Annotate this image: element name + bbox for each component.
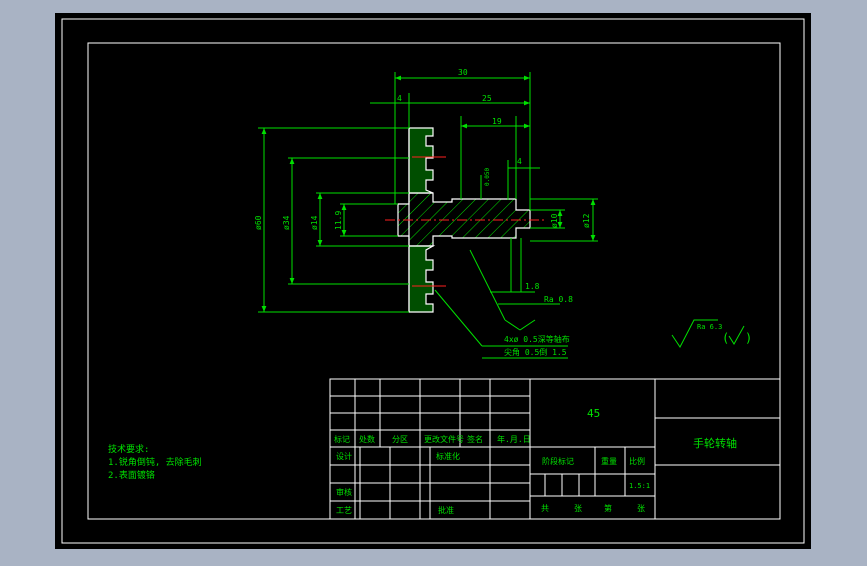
part-name: 手轮转轴 <box>693 436 737 450</box>
annotation-holes: 4xø 0.5深等轴布 <box>504 334 570 344</box>
dim-phi12: ø12 <box>582 213 591 228</box>
sheet-no-unit: 张 <box>637 504 645 513</box>
dim-phi14: ø14 <box>310 215 319 230</box>
dim-19: 19 <box>492 117 502 126</box>
row-label-mark: 标记 <box>334 434 350 444</box>
cad-drawing-window: 30 4 25 19 4 0.050 ø60 ø34 ø14 11.9 ø10 … <box>0 0 867 562</box>
dim-tolerance: 0.050 <box>484 168 491 186</box>
label-standardization: 标准化 <box>436 451 460 461</box>
dim-phi60: ø60 <box>254 215 263 230</box>
row-label-date: 年.月.日 <box>497 434 531 444</box>
roughness-paren-close: ) <box>745 331 752 345</box>
sheet-no-label: 第 <box>604 503 612 513</box>
label-approver: 批准 <box>438 505 454 515</box>
label-stage-mark: 阶段标记 <box>542 456 574 466</box>
row-label-zone: 分区 <box>392 435 408 444</box>
dim-25: 25 <box>482 94 492 103</box>
row-label-signature: 签名 <box>467 434 483 444</box>
annotation-chamfer: 尖角 0.5倒 1.5 <box>504 347 567 357</box>
dim-1-8: 1.8 <box>525 282 540 291</box>
tech-line-1: 1.锐角倒钝, 去除毛刺 <box>108 456 202 468</box>
roughness-paren-open: ( <box>722 331 729 345</box>
tech-line-2: 2.表面镀铬 <box>108 469 155 481</box>
engineering-drawing: 30 4 25 19 4 0.050 ø60 ø34 ø14 11.9 ø10 … <box>55 13 811 549</box>
dim-phi10: ø10 <box>550 213 559 228</box>
label-weight: 重量 <box>601 456 617 466</box>
dim-phi34: ø34 <box>282 215 291 230</box>
drawing-sheet <box>55 13 811 549</box>
sheet-total-label: 共 <box>541 504 549 513</box>
row-label-change-doc: 更改文件号 <box>424 434 464 444</box>
label-scale: 比例 <box>629 456 645 466</box>
row-label-count: 处数 <box>359 434 375 444</box>
roughness-value: Ra 6.3 <box>697 323 722 331</box>
label-designer: 设计 <box>336 451 352 461</box>
sheet-total-unit: 张 <box>574 504 582 513</box>
material: 45 <box>587 407 600 420</box>
tech-title: 技术要求: <box>108 443 149 455</box>
dim-4-right: 4 <box>517 157 522 166</box>
scale-value: 1.5:1 <box>629 482 650 490</box>
dim-30: 30 <box>458 68 468 77</box>
label-checker: 审核 <box>336 487 352 497</box>
label-process: 工艺 <box>336 506 352 515</box>
roughness-ra08: Ra 0.8 <box>544 295 573 304</box>
dim-11-9: 11.9 <box>334 211 343 230</box>
dim-4-top: 4 <box>397 94 402 103</box>
